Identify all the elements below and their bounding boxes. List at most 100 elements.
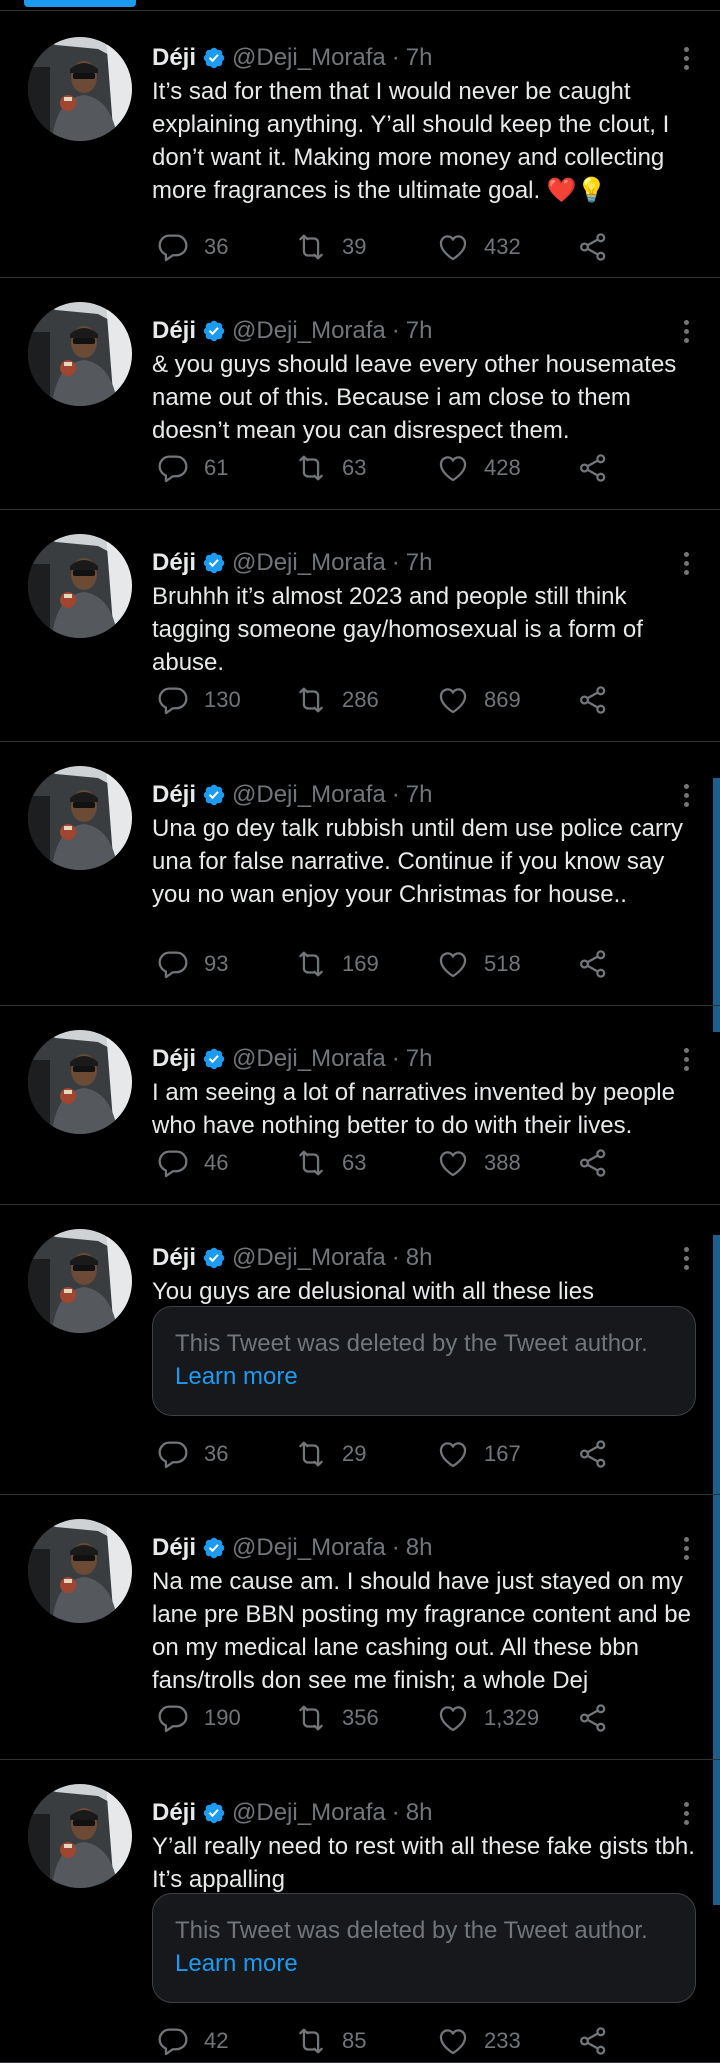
- retweet-count: 356: [342, 1705, 379, 1730]
- learn-more-link[interactable]: Learn more: [175, 1363, 298, 1390]
- more-options-icon[interactable]: [676, 1531, 696, 1565]
- like-button[interactable]: 1,329: [436, 1701, 539, 1735]
- tweet-timestamp[interactable]: 7h: [406, 1045, 433, 1073]
- tweet-text: Bruhhh it’s almost 2023 and people still…: [152, 583, 650, 676]
- display-name[interactable]: Déji: [152, 317, 196, 345]
- display-name[interactable]: Déji: [152, 1799, 196, 1827]
- share-button[interactable]: [576, 1146, 610, 1180]
- user-handle[interactable]: @Deji_Morafa: [232, 1045, 386, 1073]
- reply-button[interactable]: 93: [156, 947, 228, 981]
- avatar[interactable]: [28, 1030, 132, 1134]
- more-options-icon[interactable]: [676, 1241, 696, 1275]
- display-name[interactable]: Déji: [152, 781, 196, 809]
- tweet[interactable]: Déji @Deji_Morafa · 7h It’s sad for them tha…: [0, 11, 720, 278]
- like-button[interactable]: 388: [436, 1146, 521, 1180]
- share-button[interactable]: [576, 1437, 610, 1471]
- display-name[interactable]: Déji: [152, 1244, 196, 1272]
- retweet-button[interactable]: 39: [294, 230, 366, 264]
- tweet-timestamp[interactable]: 7h: [406, 317, 433, 345]
- reply-button[interactable]: 36: [156, 230, 228, 264]
- tweet-text: You guys are delusional with all these l…: [152, 1278, 595, 1305]
- retweet-button[interactable]: 356: [294, 1701, 379, 1735]
- tweet[interactable]: Déji @Deji_Morafa · 8h You guys are delusion…: [0, 1205, 720, 1495]
- avatar[interactable]: [28, 1519, 132, 1623]
- like-button[interactable]: 869: [436, 683, 521, 717]
- heart-icon: [436, 683, 484, 717]
- share-button[interactable]: [576, 1701, 610, 1735]
- display-name[interactable]: Déji: [152, 549, 196, 577]
- reply-icon: [156, 947, 204, 981]
- avatar[interactable]: [28, 1784, 132, 1888]
- like-button[interactable]: 167: [436, 1437, 521, 1471]
- avatar[interactable]: [28, 37, 132, 141]
- tweet[interactable]: Déji @Deji_Morafa · 7h & you guys should lea…: [0, 278, 720, 510]
- more-options-icon[interactable]: [676, 778, 696, 812]
- retweet-button[interactable]: 63: [294, 451, 366, 485]
- tweet-actions: 190 356 1,329: [156, 1701, 626, 1735]
- user-handle[interactable]: @Deji_Morafa: [232, 317, 386, 345]
- user-handle[interactable]: @Deji_Morafa: [232, 781, 386, 809]
- reply-icon: [156, 1146, 204, 1180]
- reply-button[interactable]: 36: [156, 1437, 228, 1471]
- tweet[interactable]: Déji @Deji_Morafa · 7h Bruhhh it’s almost 20…: [0, 510, 720, 742]
- like-button[interactable]: 432: [436, 230, 521, 264]
- avatar[interactable]: [28, 534, 132, 638]
- reply-button[interactable]: 130: [156, 683, 241, 717]
- reply-button[interactable]: 42: [156, 2024, 228, 2058]
- user-handle[interactable]: @Deji_Morafa: [232, 549, 386, 577]
- tweet-header: Déji @Deji_Morafa · 8h: [152, 1796, 696, 1830]
- retweet-button[interactable]: 63: [294, 1146, 366, 1180]
- learn-more-link[interactable]: Learn more: [175, 1950, 298, 1977]
- user-handle[interactable]: @Deji_Morafa: [232, 1534, 386, 1562]
- more-options-icon[interactable]: [676, 1796, 696, 1830]
- tweet[interactable]: Déji @Deji_Morafa · 7h I am seeing a lot of …: [0, 1006, 720, 1205]
- retweet-button[interactable]: 169: [294, 947, 379, 981]
- reply-button[interactable]: 61: [156, 451, 228, 485]
- tweet-header: Déji @Deji_Morafa · 7h: [152, 314, 696, 348]
- avatar[interactable]: [28, 766, 132, 870]
- share-button[interactable]: [576, 683, 610, 717]
- like-count: 167: [484, 1441, 521, 1466]
- tweet-timestamp[interactable]: 7h: [406, 44, 433, 72]
- like-button[interactable]: 233: [436, 2024, 521, 2058]
- more-options-icon[interactable]: [676, 314, 696, 348]
- more-options-icon[interactable]: [676, 41, 696, 75]
- user-handle[interactable]: @Deji_Morafa: [232, 44, 386, 72]
- verified-badge-icon: [196, 1246, 232, 1270]
- share-icon: [576, 2024, 610, 2058]
- more-options-icon[interactable]: [676, 1042, 696, 1076]
- share-button[interactable]: [576, 451, 610, 485]
- tweet-timestamp[interactable]: 8h: [406, 1534, 433, 1562]
- reply-button[interactable]: 190: [156, 1701, 241, 1735]
- display-name[interactable]: Déji: [152, 44, 196, 72]
- retweet-count: 63: [342, 455, 367, 480]
- tweet[interactable]: Déji @Deji_Morafa · 8h Y’all really need to …: [0, 1760, 720, 2063]
- tweet-timestamp[interactable]: 7h: [406, 549, 433, 577]
- tweet-timestamp[interactable]: 7h: [406, 781, 433, 809]
- share-icon: [576, 1437, 610, 1471]
- share-button[interactable]: [576, 947, 610, 981]
- reply-count: 46: [204, 1150, 229, 1175]
- avatar[interactable]: [28, 1229, 132, 1333]
- like-button[interactable]: 518: [436, 947, 521, 981]
- retweet-button[interactable]: 29: [294, 1437, 366, 1471]
- tweet-timestamp[interactable]: 8h: [406, 1244, 433, 1272]
- reply-button[interactable]: 46: [156, 1146, 228, 1180]
- tweet[interactable]: Déji @Deji_Morafa · 7h Una go dey talk rubbi…: [0, 742, 720, 1006]
- display-name[interactable]: Déji: [152, 1534, 196, 1562]
- retweet-button[interactable]: 85: [294, 2024, 366, 2058]
- user-handle[interactable]: @Deji_Morafa: [232, 1799, 386, 1827]
- share-button[interactable]: [576, 230, 610, 264]
- display-name[interactable]: Déji: [152, 1045, 196, 1073]
- avatar[interactable]: [28, 302, 132, 406]
- like-count: 518: [484, 951, 521, 976]
- tweet-text: Una go dey talk rubbish until dem use po…: [152, 815, 690, 908]
- more-options-icon[interactable]: [676, 546, 696, 580]
- retweet-button[interactable]: 286: [294, 683, 379, 717]
- verified-badge-icon: [196, 46, 232, 70]
- user-handle[interactable]: @Deji_Morafa: [232, 1244, 386, 1272]
- share-button[interactable]: [576, 2024, 610, 2058]
- like-button[interactable]: 428: [436, 451, 521, 485]
- tweet-timestamp[interactable]: 8h: [406, 1799, 433, 1827]
- tweet[interactable]: Déji @Deji_Morafa · 8h Na me cause am. I sho…: [0, 1495, 720, 1760]
